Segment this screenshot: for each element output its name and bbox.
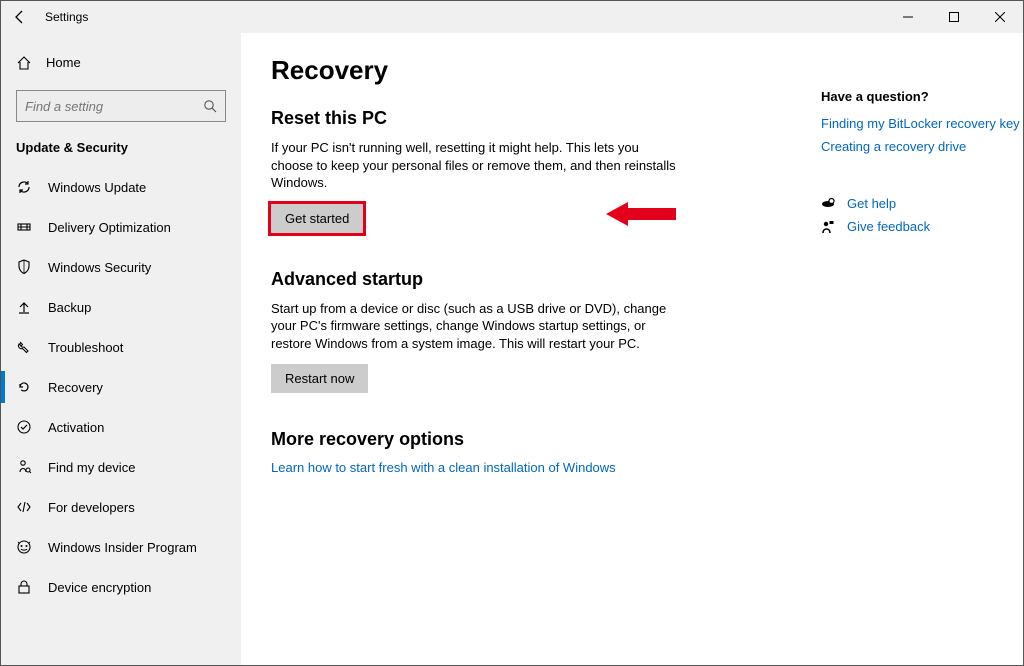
minimize-icon [903, 12, 913, 22]
delivery-icon [16, 219, 34, 235]
backup-icon [16, 299, 34, 315]
sidebar-item-label: Find my device [48, 460, 135, 475]
more-recovery-heading: More recovery options [271, 429, 791, 450]
search-icon [203, 99, 217, 113]
home-icon [16, 56, 34, 70]
sidebar-item-label: Windows Insider Program [48, 540, 197, 555]
sidebar-item-troubleshoot[interactable]: Troubleshoot [1, 327, 241, 367]
sidebar-item-label: For developers [48, 500, 135, 515]
sidebar-item-sync[interactable]: Windows Update [1, 167, 241, 207]
back-button[interactable] [7, 4, 33, 30]
sync-icon [16, 179, 34, 195]
start-fresh-link[interactable]: Learn how to start fresh with a clean in… [271, 460, 616, 475]
minimize-button[interactable] [885, 1, 931, 33]
shield-icon [16, 259, 34, 275]
page-title: Recovery [271, 55, 791, 86]
window-controls [885, 1, 1023, 33]
sidebar-item-backup[interactable]: Backup [1, 287, 241, 327]
sidebar-item-label: Activation [48, 420, 104, 435]
sidebar-item-shield[interactable]: Windows Security [1, 247, 241, 287]
encryption-icon [16, 579, 34, 595]
more-recovery-section: More recovery options Learn how to start… [271, 429, 791, 475]
troubleshoot-icon [16, 339, 34, 355]
sidebar-nav-list: Windows Update Delivery Optimization Windo… [1, 167, 241, 607]
reset-pc-body: If your PC isn't running well, resetting… [271, 139, 683, 192]
restart-now-button[interactable]: Restart now [271, 364, 368, 393]
sidebar-item-label: Windows Update [48, 180, 146, 195]
sidebar-item-label: Device encryption [48, 580, 151, 595]
search-input-wrapper[interactable] [16, 90, 226, 122]
activation-icon [16, 419, 34, 435]
sidebar-item-activation[interactable]: Activation [1, 407, 241, 447]
sidebar-item-recovery[interactable]: Recovery [1, 367, 241, 407]
advanced-startup-body: Start up from a device or disc (such as … [271, 300, 683, 353]
sidebar-item-findmydevice[interactable]: Find my device [1, 447, 241, 487]
advanced-startup-section: Advanced startup Start up from a device … [271, 269, 791, 394]
insider-icon [16, 539, 34, 555]
sidebar-home-label: Home [46, 55, 81, 70]
sidebar-item-insider[interactable]: Windows Insider Program [1, 527, 241, 567]
maximize-button[interactable] [931, 1, 977, 33]
sidebar-home[interactable]: Home [1, 47, 241, 78]
advanced-startup-heading: Advanced startup [271, 269, 791, 290]
feedback-link: Give feedback [847, 219, 930, 234]
get-help-icon [821, 197, 841, 211]
get-started-button[interactable]: Get started [271, 204, 363, 233]
feedback-row[interactable]: Give feedback [821, 219, 1021, 234]
help-heading: Have a question? [821, 89, 1021, 104]
close-icon [995, 12, 1005, 22]
reset-pc-section: Reset this PC If your PC isn't running w… [271, 108, 791, 233]
titlebar: Settings [1, 1, 1023, 33]
recovery-icon [16, 379, 34, 395]
sidebar-section-heading: Update & Security [1, 136, 241, 167]
findmydevice-icon [16, 459, 34, 475]
help-panel: Have a question? Finding my BitLocker re… [821, 55, 1021, 643]
sidebar-item-label: Recovery [48, 380, 103, 395]
feedback-icon [821, 220, 841, 234]
get-help-link: Get help [847, 196, 896, 211]
close-button[interactable] [977, 1, 1023, 33]
sidebar-item-label: Delivery Optimization [48, 220, 171, 235]
sidebar-item-developers[interactable]: For developers [1, 487, 241, 527]
sidebar-item-label: Troubleshoot [48, 340, 123, 355]
sidebar-item-encryption[interactable]: Device encryption [1, 567, 241, 607]
main-content: Recovery Reset this PC If your PC isn't … [241, 33, 1024, 665]
reset-pc-heading: Reset this PC [271, 108, 791, 129]
get-help-row[interactable]: Get help [821, 196, 1021, 211]
sidebar-item-delivery[interactable]: Delivery Optimization [1, 207, 241, 247]
maximize-icon [949, 12, 959, 22]
search-input[interactable] [25, 99, 203, 114]
back-arrow-icon [12, 9, 28, 25]
sidebar-item-label: Backup [48, 300, 91, 315]
help-link-recovery-drive[interactable]: Creating a recovery drive [821, 139, 1021, 154]
sidebar-item-label: Windows Security [48, 260, 151, 275]
sidebar: Home Update & Security Windows Update Del… [1, 33, 241, 665]
help-link-bitlocker[interactable]: Finding my BitLocker recovery key [821, 116, 1021, 131]
window-title: Settings [45, 10, 88, 24]
developers-icon [16, 499, 34, 515]
